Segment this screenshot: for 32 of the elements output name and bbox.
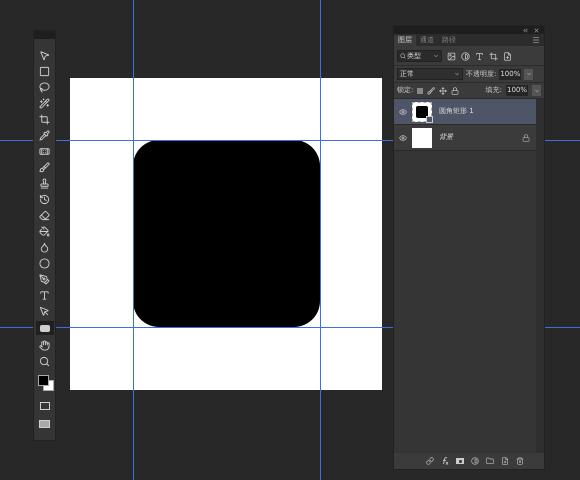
- caret-icon: [534, 88, 540, 94]
- lock-position-icon[interactable]: [439, 86, 448, 94]
- scrollbar[interactable]: [536, 99, 544, 453]
- visibility-eye-icon[interactable]: [399, 108, 407, 116]
- smart-object-filter-icon[interactable]: [503, 52, 512, 60]
- caret-icon: [454, 71, 460, 77]
- adjustment-filter-icon[interactable]: [461, 52, 470, 60]
- image-filter-icon[interactable]: [447, 52, 456, 60]
- lock-pixels-icon[interactable]: [427, 86, 436, 94]
- folder-icon[interactable]: [486, 457, 494, 465]
- caret-icon: [433, 53, 439, 59]
- lock-transparency-icon[interactable]: [417, 88, 424, 94]
- lock-all-icon[interactable]: [451, 86, 460, 94]
- collapse-icon[interactable]: [522, 26, 529, 34]
- visibility-eye-icon[interactable]: [399, 134, 407, 142]
- layer-thumbnail: [412, 128, 432, 148]
- text-filter-icon[interactable]: [475, 52, 484, 60]
- search-icon: [400, 53, 406, 59]
- shape-filter-icon[interactable]: [489, 52, 498, 60]
- link-icon[interactable]: [426, 457, 434, 465]
- opacity-dropdown-button[interactable]: [524, 68, 534, 80]
- effects-icon[interactable]: [441, 457, 449, 465]
- caret-icon: [526, 71, 532, 77]
- panel-menu-icon[interactable]: [532, 36, 540, 44]
- mask-icon[interactable]: [456, 458, 464, 464]
- trash-icon[interactable]: [516, 457, 524, 465]
- new-layer-icon[interactable]: [501, 457, 509, 465]
- screen-mode-icon[interactable]: [36, 417, 52, 431]
- rectangle-tool-icon[interactable]: [36, 321, 54, 335]
- adjustment-layer-icon[interactable]: [471, 457, 479, 465]
- close-icon[interactable]: [533, 26, 540, 34]
- layer-thumbnail: [412, 102, 432, 122]
